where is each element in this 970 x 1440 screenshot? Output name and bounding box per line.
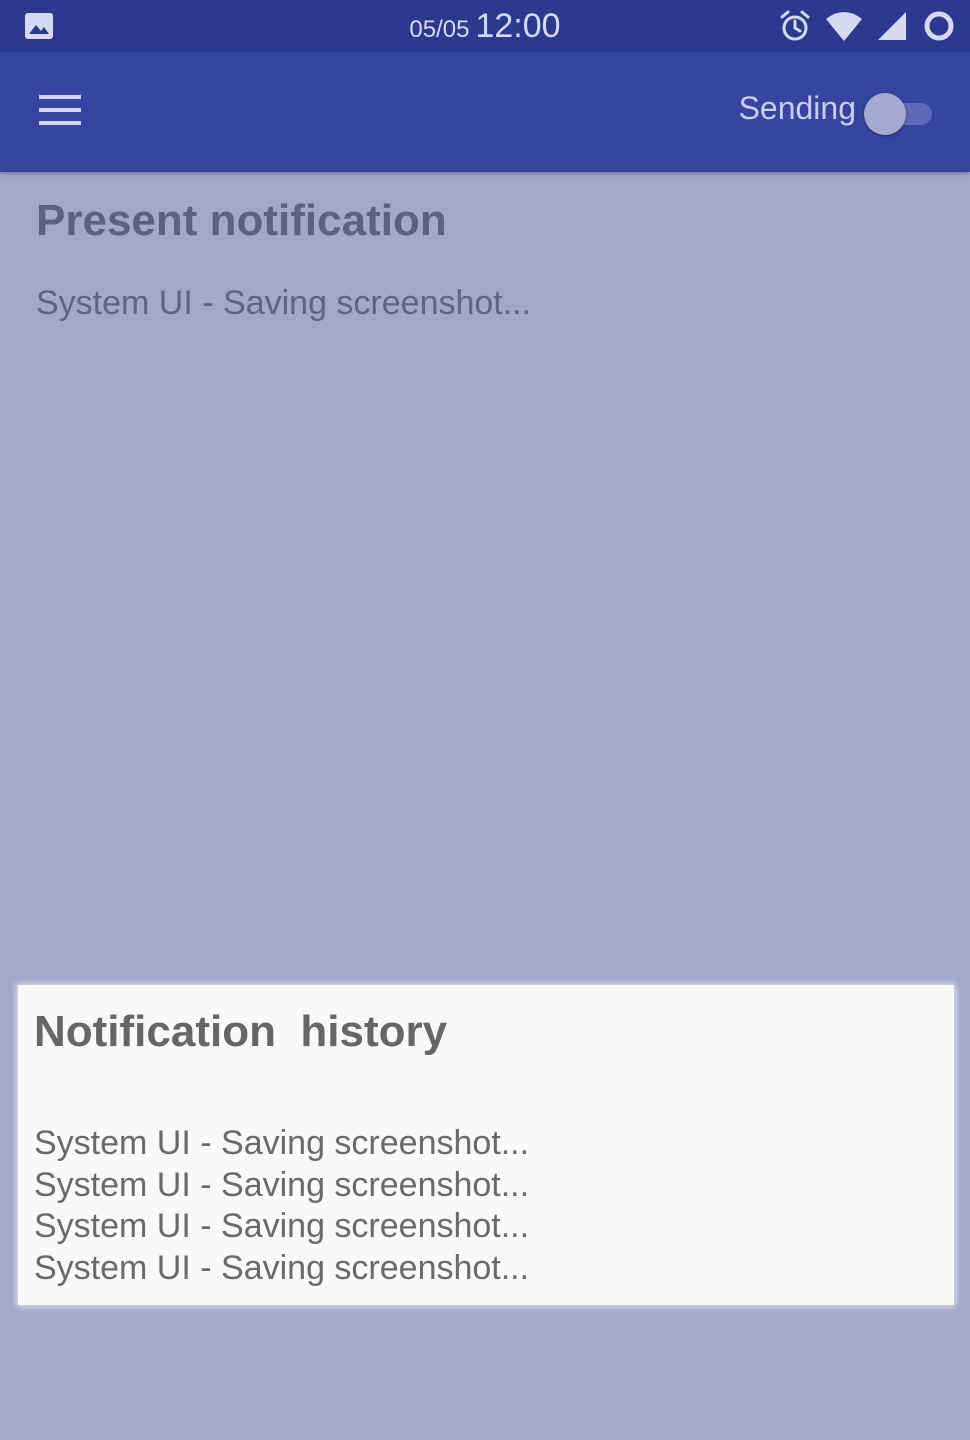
wifi-icon bbox=[826, 11, 862, 41]
history-item: System UI - Saving screenshot... bbox=[34, 1124, 530, 1162]
cellular-signal-icon bbox=[876, 10, 908, 42]
present-notification-title: Present notification bbox=[36, 196, 447, 245]
notification-history-list: System UI - Saving screenshot... System … bbox=[34, 1123, 529, 1289]
history-item: System UI - Saving screenshot... bbox=[34, 1248, 530, 1287]
toggle-thumb bbox=[864, 93, 906, 135]
history-item: System UI - Saving screenshot... bbox=[34, 1207, 530, 1245]
history-item: System UI - Saving screenshot... bbox=[34, 1165, 530, 1204]
notification-history-title: Notification history bbox=[34, 1007, 448, 1056]
status-icons bbox=[778, 8, 956, 44]
sending-toggle[interactable] bbox=[862, 90, 934, 138]
sync-circle-icon bbox=[922, 9, 956, 43]
status-date: 05/05 bbox=[409, 16, 470, 43]
hamburger-menu-icon bbox=[39, 94, 81, 130]
menu-button[interactable] bbox=[30, 82, 90, 142]
status-time: 12:00 bbox=[475, 7, 561, 45]
present-notification-item: System UI - Saving screenshot... bbox=[36, 284, 532, 322]
notification-history-card: Notification history System UI - Saving … bbox=[18, 985, 954, 1305]
status-bar: 05/05 12:00 bbox=[0, 0, 970, 52]
alarm-icon bbox=[778, 9, 812, 43]
app-bar: Sending bbox=[0, 52, 970, 172]
sending-label: Sending bbox=[738, 90, 856, 126]
